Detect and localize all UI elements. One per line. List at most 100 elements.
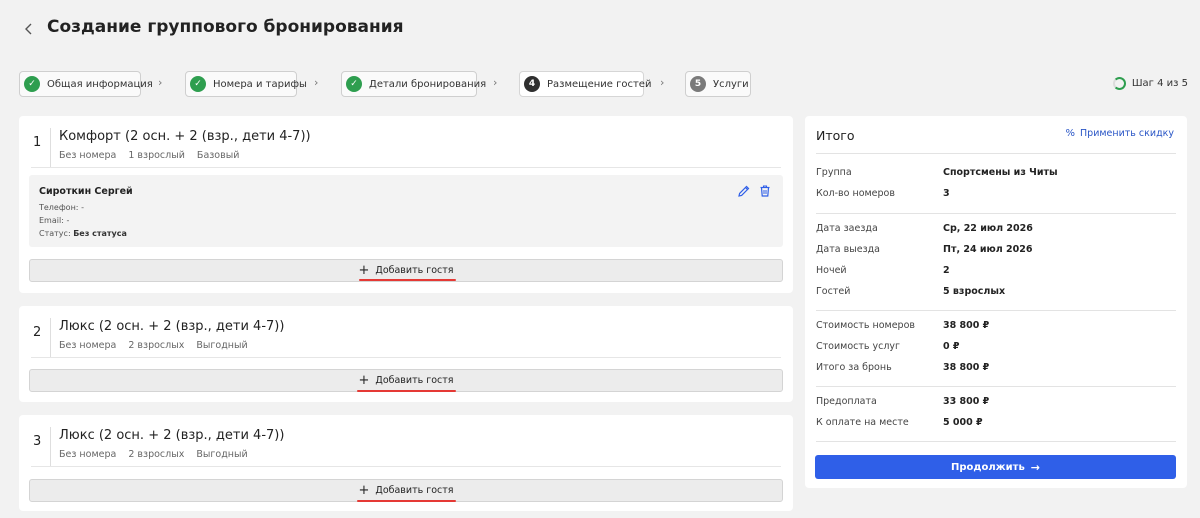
onsite-label: К оплате на месте (816, 417, 909, 428)
plus-icon: + (358, 263, 370, 278)
guest-phone: Телефон: - (39, 203, 84, 212)
room-number: 1 (33, 135, 42, 150)
divider (816, 310, 1176, 311)
room-meta: Без номера 2 взрослых Выгодный (59, 449, 257, 460)
add-guest-label: Добавить гостя (375, 485, 454, 496)
add-guest-label: Добавить гостя (375, 375, 454, 386)
room-meta: Без номера 2 взрослых Выгодный (59, 340, 257, 351)
group-value: Спортсмены из Читы (943, 167, 1058, 178)
divider (31, 167, 781, 168)
step-rooms-rates[interactable]: ✓ Номера и тарифы (185, 71, 307, 97)
room-rate: Базовый (196, 150, 240, 161)
room-no: Без номера (59, 340, 117, 351)
guests-value: 5 взрослых (943, 286, 1006, 297)
step-number: 5 (690, 76, 706, 92)
divider (816, 213, 1176, 214)
checkin-value: Ср, 22 июл 2026 (943, 223, 1033, 234)
step-booking-details[interactable]: ✓ Детали бронирования (341, 71, 486, 97)
guest-name: Сироткин Сергей (39, 186, 133, 197)
phone-value: - (81, 203, 84, 212)
step-label: Размещение гостей (547, 78, 652, 90)
room-number: 3 (33, 434, 42, 449)
room-rate: Выгодный (196, 449, 248, 460)
arrow-right-icon: → (1030, 460, 1040, 474)
room-rate: Выгодный (196, 340, 248, 351)
room-title: Комфорт (2 осн. + 2 (взр., дети 4-7)) (59, 129, 311, 144)
check-icon: ✓ (190, 76, 206, 92)
page-title: Создание группового бронирования (47, 17, 404, 37)
total-label: Итого за бронь (816, 362, 892, 373)
room-number: 2 (33, 325, 42, 340)
room-guests: 2 взрослых (128, 340, 185, 351)
services-cost-label: Стоимость услуг (816, 341, 901, 352)
step-guest-placement[interactable]: 4 Размещение гостей (519, 71, 651, 97)
pencil-icon[interactable] (737, 183, 751, 197)
rooms-cost-value: 38 800 ₽ (943, 320, 990, 331)
phone-label: Телефон: (39, 203, 79, 212)
divider (31, 466, 781, 467)
nights-value: 2 (943, 265, 950, 276)
room-title: Люкс (2 осн. + 2 (взр., дети 4-7)) (59, 319, 285, 334)
back-icon[interactable] (20, 20, 38, 40)
continue-label: Продолжить (951, 461, 1025, 473)
apply-discount-label: Применить скидку (1080, 128, 1174, 139)
group-label: Группа (816, 167, 852, 178)
divider (50, 318, 51, 358)
chevron-right-icon: › (660, 76, 665, 89)
add-guest-button[interactable]: + Добавить гостя (29, 369, 783, 392)
step-progress: Шаг 4 из 5 (1112, 77, 1188, 90)
room-card-1: 1 Комфорт (2 осн. + 2 (взр., дети 4-7)) … (19, 116, 793, 293)
step-number: 4 (524, 76, 540, 92)
highlight-underline (357, 390, 456, 392)
percent-icon: % (1065, 128, 1076, 139)
services-cost-value: 0 ₽ (943, 341, 960, 352)
step-services[interactable]: 5 Услуги (685, 71, 751, 97)
nights-label: Ночей (816, 265, 847, 276)
room-no: Без номера (59, 150, 117, 161)
status-label: Статус: (39, 229, 71, 238)
prepay-value: 33 800 ₽ (943, 396, 990, 407)
step-label: Детали бронирования (369, 78, 487, 90)
status-value: Без статуса (73, 229, 127, 238)
rooms-count-label: Кол-во номеров (816, 188, 895, 199)
total-value: 38 800 ₽ (943, 362, 990, 373)
email-label: Email: (39, 216, 64, 225)
divider (816, 386, 1176, 387)
progress-text: Шаг 4 из 5 (1131, 78, 1188, 89)
continue-button[interactable]: Продолжить → (815, 455, 1176, 479)
highlight-underline (359, 279, 456, 281)
add-guest-button[interactable]: + Добавить гостя (29, 479, 783, 502)
room-meta: Без номера 1 взрослый Базовый (59, 150, 248, 161)
rooms-cost-label: Стоимость номеров (816, 320, 915, 331)
chevron-right-icon: › (158, 76, 163, 89)
divider (50, 128, 51, 168)
divider (816, 441, 1176, 442)
room-no: Без номера (59, 449, 117, 460)
chevron-right-icon: › (493, 76, 498, 89)
checkin-label: Дата заезда (816, 223, 878, 234)
room-title: Люкс (2 осн. + 2 (взр., дети 4-7)) (59, 428, 285, 443)
checkout-label: Дата выезда (816, 244, 881, 255)
email-value: - (66, 216, 70, 225)
highlight-underline (357, 500, 456, 502)
prepay-label: Предоплата (816, 396, 877, 407)
step-label: Номера и тарифы (213, 78, 307, 90)
check-icon: ✓ (346, 76, 362, 92)
step-general-info[interactable]: ✓ Общая информация (19, 71, 153, 97)
step-label: Общая информация (47, 78, 153, 90)
divider (31, 357, 781, 358)
page-header: Создание группового бронирования (0, 0, 1200, 62)
chevron-right-icon: › (314, 76, 319, 89)
guest-status: Статус: Без статуса (39, 229, 127, 238)
apply-discount-link[interactable]: % Применить скидку (1066, 128, 1174, 139)
checkout-value: Пт, 24 июл 2026 (943, 244, 1033, 255)
summary-panel: Итого % Применить скидку Группа Спортсме… (805, 116, 1187, 488)
add-guest-label: Добавить гостя (375, 265, 454, 276)
plus-icon: + (358, 483, 370, 498)
rooms-count-value: 3 (943, 188, 950, 199)
check-icon: ✓ (24, 76, 40, 92)
progress-ring-icon (1112, 77, 1126, 90)
trash-icon[interactable] (758, 183, 772, 197)
summary-title: Итого (816, 128, 855, 143)
divider (816, 153, 1176, 154)
